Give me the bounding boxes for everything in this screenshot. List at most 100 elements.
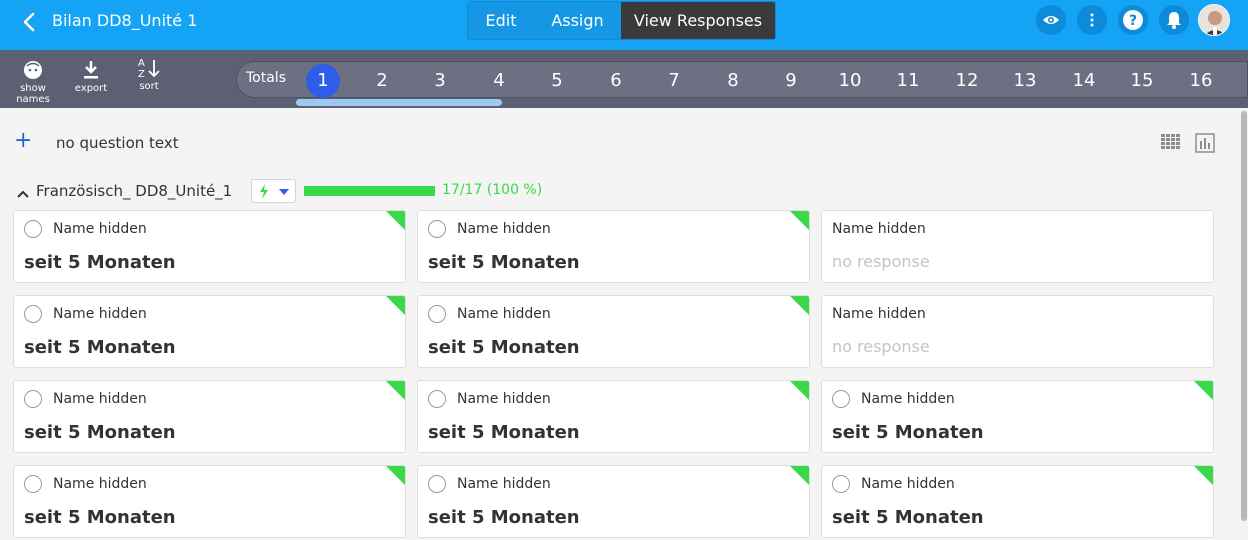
response-text: seit 5 Monaten <box>24 507 176 528</box>
response-text: seit 5 Monaten <box>428 422 580 443</box>
face-icon <box>24 61 42 79</box>
sort-button[interactable]: A Z sort <box>134 58 164 92</box>
student-name: Name hidden <box>457 476 551 492</box>
response-text: seit 5 Monaten <box>428 252 580 273</box>
avatar[interactable] <box>1198 4 1230 36</box>
student-name: Name hidden <box>832 306 926 322</box>
eye-icon[interactable] <box>1036 5 1066 35</box>
select-response-radio[interactable] <box>428 475 446 493</box>
caret-down-icon <box>279 189 289 195</box>
sort-glyph-z: Z <box>138 69 145 80</box>
bell-icon[interactable] <box>1159 5 1189 35</box>
student-name: Name hidden <box>53 221 147 237</box>
select-response-radio[interactable] <box>428 220 446 238</box>
view-tabs: Edit Assign View Responses <box>467 1 776 40</box>
select-response-radio[interactable] <box>24 305 42 323</box>
question-number-4[interactable]: 4 <box>482 64 516 98</box>
response-card[interactable]: Name hidden no response <box>821 295 1214 368</box>
response-toolbar: show names export A Z sort Totals 123456… <box>0 50 1248 108</box>
auto-graded-corner-badge <box>790 381 809 400</box>
select-response-radio[interactable] <box>428 390 446 408</box>
student-name: Name hidden <box>53 476 147 492</box>
help-icon[interactable]: ? <box>1118 5 1148 35</box>
response-text: seit 5 Monaten <box>832 422 984 443</box>
page-title: Bilan DD8_Unité 1 <box>52 11 198 30</box>
more-vertical-icon[interactable] <box>1077 5 1107 35</box>
show-names-label: show names <box>16 83 50 105</box>
grid-view-icon[interactable] <box>1161 134 1181 154</box>
response-text: seit 5 Monaten <box>24 422 176 443</box>
top-bar: Bilan DD8_Unité 1 Edit Assign View Respo… <box>0 0 1248 50</box>
auto-graded-corner-badge <box>1194 466 1213 485</box>
auto-graded-corner-badge <box>386 466 405 485</box>
export-button[interactable]: export <box>72 60 110 94</box>
tab-edit[interactable]: Edit <box>468 2 534 39</box>
response-card[interactable]: Name hidden seit 5 Monaten <box>13 465 406 538</box>
scrollbar[interactable] <box>1241 111 1247 521</box>
download-icon <box>84 61 98 79</box>
auto-graded-corner-badge <box>790 211 809 230</box>
question-number-9[interactable]: 9 <box>774 64 808 98</box>
response-card[interactable]: Name hidden seit 5 Monaten <box>13 380 406 453</box>
export-label: export <box>74 83 108 94</box>
tab-assign[interactable]: Assign <box>534 2 621 39</box>
question-number-3[interactable]: 3 <box>423 64 457 98</box>
response-card[interactable]: Name hidden seit 5 Monaten <box>13 210 406 283</box>
select-response-radio[interactable] <box>428 305 446 323</box>
completion-progress-fill <box>304 186 435 196</box>
group-name: Französisch_ DD8_Unité_1 <box>36 182 233 200</box>
student-name: Name hidden <box>861 476 955 492</box>
select-response-radio[interactable] <box>832 390 850 408</box>
question-selector-indicator <box>296 99 502 106</box>
select-response-radio[interactable] <box>24 390 42 408</box>
auto-graded-corner-badge <box>386 381 405 400</box>
response-text: seit 5 Monaten <box>428 507 580 528</box>
auto-graded-corner-badge <box>386 211 405 230</box>
question-number-13[interactable]: 13 <box>1008 64 1042 98</box>
back-arrow-icon[interactable] <box>18 10 42 34</box>
question-number-16[interactable]: 16 <box>1184 64 1218 98</box>
question-number-1[interactable]: 1 <box>306 64 340 98</box>
question-text: no question text <box>56 134 179 152</box>
question-number-8[interactable]: 8 <box>716 64 750 98</box>
question-number-12[interactable]: 12 <box>950 64 984 98</box>
add-question-icon[interactable]: + <box>14 130 34 152</box>
sort-label: sort <box>139 81 159 92</box>
response-card[interactable]: Name hidden seit 5 Monaten <box>417 380 810 453</box>
question-number-5[interactable]: 5 <box>540 64 574 98</box>
response-card[interactable]: Name hidden seit 5 Monaten <box>821 465 1214 538</box>
select-response-radio[interactable] <box>24 220 42 238</box>
show-names-button[interactable]: show names <box>4 60 62 105</box>
svg-text:?: ? <box>1129 13 1137 29</box>
chart-view-icon[interactable] <box>1195 133 1215 157</box>
response-card[interactable]: Name hidden seit 5 Monaten <box>417 465 810 538</box>
bolt-icon <box>260 184 268 199</box>
response-text: seit 5 Monaten <box>24 252 176 273</box>
sort-glyph-a: A <box>138 58 145 69</box>
response-card[interactable]: Name hidden seit 5 Monaten <box>821 380 1214 453</box>
select-response-radio[interactable] <box>832 475 850 493</box>
select-response-radio[interactable] <box>24 475 42 493</box>
student-name: Name hidden <box>53 306 147 322</box>
question-number-15[interactable]: 15 <box>1125 64 1159 98</box>
question-number-6[interactable]: 6 <box>599 64 633 98</box>
response-card[interactable]: Name hidden seit 5 Monaten <box>417 210 810 283</box>
question-number-11[interactable]: 11 <box>891 64 925 98</box>
sort-az-icon: A Z <box>135 58 163 80</box>
collapse-chevron-icon[interactable] <box>17 184 29 203</box>
response-card[interactable]: Name hidden seit 5 Monaten <box>417 295 810 368</box>
auto-grade-dropdown[interactable] <box>251 179 296 203</box>
totals-tab[interactable]: Totals <box>246 70 286 86</box>
response-text: seit 5 Monaten <box>428 337 580 358</box>
response-card[interactable]: Name hidden no response <box>821 210 1214 283</box>
question-number-7[interactable]: 7 <box>657 64 691 98</box>
question-number-14[interactable]: 14 <box>1067 64 1101 98</box>
student-name: Name hidden <box>832 221 926 237</box>
student-name: Name hidden <box>53 391 147 407</box>
question-number-10[interactable]: 10 <box>833 64 867 98</box>
question-number-2[interactable]: 2 <box>365 64 399 98</box>
response-card[interactable]: Name hidden seit 5 Monaten <box>13 295 406 368</box>
tab-view-responses[interactable]: View Responses <box>621 2 775 39</box>
student-name: Name hidden <box>457 221 551 237</box>
completion-progress-text: 17/17 (100 %) <box>442 182 543 198</box>
